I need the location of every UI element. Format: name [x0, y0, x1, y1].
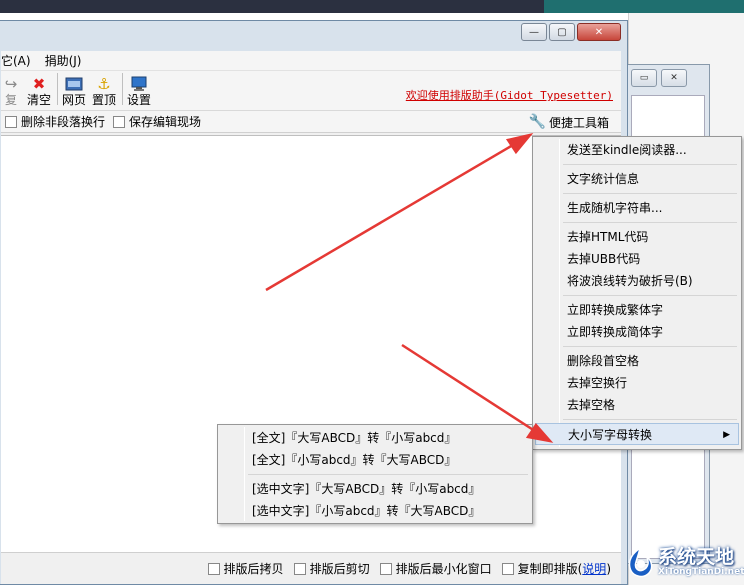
- minimize-after-checkbox[interactable]: 排版后最小化窗口: [379, 560, 492, 577]
- redo-label: 复: [4, 93, 17, 107]
- delete-nonpara-checkbox[interactable]: 删除非段落换行: [5, 113, 105, 130]
- settings-button[interactable]: 设置: [127, 75, 151, 107]
- help-paren-close: ): [606, 561, 611, 576]
- webpage-label: 网页: [62, 93, 87, 107]
- submenu-item-all-lower-to-upper[interactable]: [全文]『小写abcd』转『大写ABCD』: [220, 449, 530, 471]
- delete-nonpara-label: 删除非段落换行: [21, 115, 106, 129]
- menu-item-remove-spaces[interactable]: 去掉空格: [535, 394, 739, 416]
- toolbar: ↪ 复 ✖ 清空 网页 ⚓ 置顶 设置 欢迎使用排版助手(Gidot Types…: [1, 71, 621, 111]
- redo-icon: ↪: [4, 75, 18, 93]
- clear-label: 清空: [27, 93, 52, 107]
- options-row: 删除非段落换行 保存编辑现场 🔧 便捷工具箱: [1, 111, 621, 133]
- save-edit-label: 保存编辑现场: [129, 115, 202, 129]
- menu-separator: [563, 222, 737, 223]
- menu-separator: [563, 346, 737, 347]
- toolbox-button[interactable]: 🔧 便捷工具箱: [525, 113, 613, 131]
- welcome-link[interactable]: 欢迎使用排版助手(Gidot Typesetter): [406, 87, 613, 103]
- paste-instant-label: 复制即排版: [517, 562, 578, 576]
- menu-donate[interactable]: 捐助(J): [45, 52, 82, 69]
- settings-monitor-icon: [129, 75, 149, 93]
- pin-top-icon: ⚓: [97, 75, 111, 93]
- case-convert-label: 大小写字母转换: [568, 428, 653, 442]
- webpage-icon: [64, 75, 84, 93]
- redo-button[interactable]: ↪ 复: [1, 75, 21, 107]
- menu-item-remove-html[interactable]: 去掉HTML代码: [535, 226, 739, 248]
- minimize-icon: —: [529, 26, 539, 38]
- case-convert-submenu: [全文]『大写ABCD』转『小写abcd』 [全文]『小写abcd』转『大写AB…: [217, 424, 533, 524]
- status-bar: 排版后拷贝 排版后剪切 排版后最小化窗口 复制即排版(说明): [1, 552, 621, 584]
- toolbar-separator: [122, 73, 124, 105]
- watermark-logo-icon: [628, 546, 653, 578]
- close-icon: ✕: [594, 26, 604, 38]
- checkbox-box[interactable]: [207, 562, 220, 575]
- menu-item-remove-leading-spaces[interactable]: 删除段首空格: [535, 350, 739, 372]
- menu-other[interactable]: 它(A): [1, 52, 31, 69]
- menu-item-random-string[interactable]: 生成随机字符串...: [535, 197, 739, 219]
- submenu-item-all-upper-to-lower[interactable]: [全文]『大写ABCD』转『小写abcd』: [220, 427, 530, 449]
- menu-bar: 它(A) 捐助(J): [1, 51, 621, 71]
- toolbox-menu: 发送至kindle阅读器... 文字统计信息 生成随机字符串... 去掉HTML…: [532, 136, 742, 450]
- menu-separator: [563, 295, 737, 296]
- copy-after-checkbox[interactable]: 排版后拷贝: [207, 560, 284, 577]
- close-button[interactable]: ✕: [577, 23, 621, 41]
- desktop-top-bar: [0, 0, 744, 13]
- submenu-arrow-icon: ▶: [723, 430, 730, 440]
- window-controls: — ▢ ✕: [521, 23, 621, 41]
- paste-instant-checkbox[interactable]: 复制即排版(说明): [501, 560, 611, 577]
- checkbox-box[interactable]: [379, 562, 392, 575]
- checkbox-box[interactable]: [5, 115, 17, 128]
- menu-item-to-simplified[interactable]: 立即转换成简体字: [535, 321, 739, 343]
- wrench-icon: 🔧: [528, 114, 546, 130]
- maximize-icon: ▢: [557, 26, 567, 38]
- pin-top-label: 置顶: [92, 93, 117, 107]
- watermark-subtitle: XiTongTianDi.net: [658, 567, 744, 577]
- bg-close-button[interactable]: ✕: [661, 69, 687, 87]
- save-edit-checkbox[interactable]: 保存编辑现场: [113, 113, 201, 130]
- submenu-item-sel-lower-to-upper[interactable]: [选中文字]『小写abcd』转『大写ABCD』: [220, 500, 530, 522]
- menu-item-case-convert[interactable]: 大小写字母转换 ▶: [535, 423, 739, 445]
- menu-item-text-stats[interactable]: 文字统计信息: [535, 168, 739, 190]
- watermark-title: 系统天地: [658, 546, 735, 568]
- top-bar-accent: [544, 0, 744, 13]
- menu-separator: [563, 419, 737, 420]
- checkbox-box[interactable]: [113, 115, 126, 128]
- submenu-item-sel-upper-to-lower[interactable]: [选中文字]『大写ABCD』转『小写abcd』: [220, 478, 530, 500]
- menu-item-tilde-to-dash[interactable]: 将波浪线转为破折号(B): [535, 270, 739, 292]
- menu-separator: [563, 164, 737, 165]
- webpage-button[interactable]: 网页: [62, 75, 86, 107]
- cut-after-checkbox[interactable]: 排版后剪切: [293, 560, 370, 577]
- checkbox-box[interactable]: [293, 562, 306, 575]
- menu-separator: [563, 193, 737, 194]
- clear-x-icon: ✖: [32, 75, 46, 93]
- cut-after-label: 排版后剪切: [309, 562, 370, 576]
- minimize-button[interactable]: —: [521, 23, 547, 41]
- copy-after-label: 排版后拷贝: [223, 562, 284, 576]
- bg-restore-button[interactable]: ▭: [631, 69, 657, 87]
- site-watermark: 系统天地 XiTongTianDi.net: [622, 540, 744, 585]
- maximize-button[interactable]: ▢: [549, 23, 575, 41]
- menu-item-send-kindle[interactable]: 发送至kindle阅读器...: [535, 139, 739, 161]
- menu-item-to-traditional[interactable]: 立即转换成繁体字: [535, 299, 739, 321]
- clear-button[interactable]: ✖ 清空: [27, 75, 51, 107]
- pin-top-button[interactable]: ⚓ 置顶: [92, 75, 116, 107]
- checkbox-box[interactable]: [501, 562, 514, 575]
- menu-item-remove-ubb[interactable]: 去掉UBB代码: [535, 248, 739, 270]
- toolbox-label: 便捷工具箱: [548, 115, 609, 130]
- menu-item-remove-blank-lines[interactable]: 去掉空换行: [535, 372, 739, 394]
- settings-label: 设置: [127, 93, 152, 107]
- minimize-after-label: 排版后最小化窗口: [395, 562, 492, 576]
- menu-separator: [248, 474, 528, 475]
- help-link[interactable]: 说明: [582, 560, 606, 577]
- toolbar-separator: [57, 73, 59, 105]
